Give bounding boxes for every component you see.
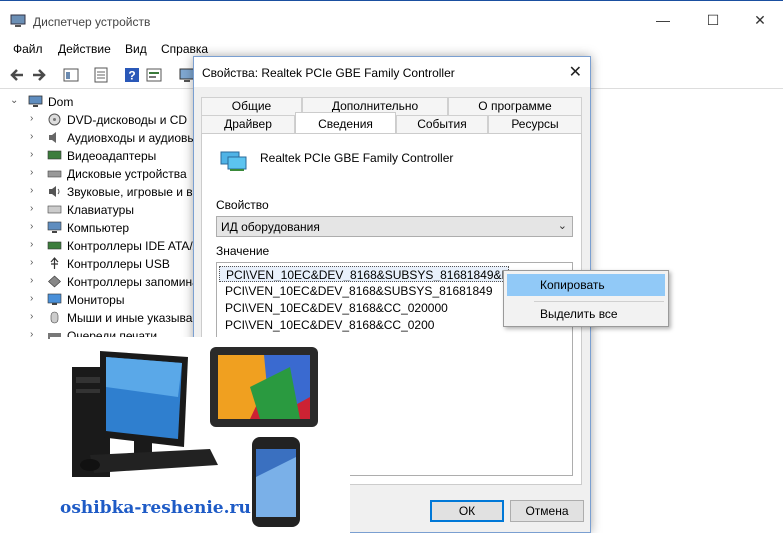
expand-chevron-icon[interactable]: › xyxy=(30,221,33,232)
dialog-title-bar: Свойства: Realtek PCIe GBE Family Contro… xyxy=(194,57,590,87)
close-button[interactable]: ✕ xyxy=(737,7,783,33)
collapse-chevron-icon[interactable]: ⌄ xyxy=(10,95,18,106)
tree-item[interactable]: › Контроллеры IDE ATA/ATAPI xyxy=(0,237,226,255)
property-select-value: ИД оборудования xyxy=(221,220,320,234)
value-label: Значение xyxy=(216,244,270,258)
display-adapter-icon xyxy=(47,150,62,160)
expand-chevron-icon[interactable]: › xyxy=(30,293,33,304)
cancel-button[interactable]: Отмена xyxy=(510,500,584,522)
list-item[interactable]: PCI\VEN_10EC&DEV_8168&SUBSYS_81681849&RE… xyxy=(219,266,509,282)
tree-item-label: Дисковые устройства xyxy=(67,167,187,181)
property-label: Свойство xyxy=(216,198,269,212)
mouse-icon xyxy=(50,311,59,324)
tree-item-label: Мониторы xyxy=(67,293,125,307)
chevron-down-icon: ⌄ xyxy=(557,220,567,232)
computer-icon xyxy=(28,95,43,107)
expand-chevron-icon[interactable]: › xyxy=(30,185,33,196)
tab-general[interactable]: Общие xyxy=(201,97,302,115)
expand-chevron-icon[interactable]: › xyxy=(30,329,33,340)
maximize-button[interactable]: ☐ xyxy=(690,7,736,33)
sound-device-icon xyxy=(49,186,60,197)
speaker-icon xyxy=(49,132,56,143)
tree-root-label: Dom xyxy=(48,95,74,109)
storage-controller-icon xyxy=(48,275,61,288)
properties-panel-icon[interactable] xyxy=(62,66,80,84)
tree-item[interactable]: › Контроллеры USB xyxy=(0,255,200,273)
tree-item[interactable]: › Аудиовходы и аудиовыходы xyxy=(0,129,224,147)
menu-action[interactable]: Действие xyxy=(58,42,111,56)
tree-item[interactable]: › DVD-дисководы и CD xyxy=(0,111,200,129)
forward-arrow-icon[interactable] xyxy=(30,66,48,84)
context-separator xyxy=(534,301,664,302)
expand-chevron-icon[interactable]: › xyxy=(30,275,33,286)
tab-resources[interactable]: Ресурсы xyxy=(488,115,582,133)
minimize-button[interactable]: — xyxy=(640,7,686,33)
keyboard-icon xyxy=(47,205,62,214)
computer-icon xyxy=(47,221,62,233)
context-menu: Копировать Выделить все xyxy=(503,270,669,327)
window-title: Диспетчер устройств xyxy=(33,15,151,29)
dialog-close-button[interactable]: ✕ xyxy=(569,62,582,82)
list-view-icon[interactable] xyxy=(92,66,110,84)
tree-item[interactable]: › Видеоадаптеры xyxy=(0,147,200,165)
expand-chevron-icon[interactable]: › xyxy=(30,131,33,142)
expand-chevron-icon[interactable]: › xyxy=(30,149,33,160)
watermark-site: oshibka-reshenie.ru xyxy=(60,498,251,518)
ide-controller-icon xyxy=(47,241,62,250)
tab-driver[interactable]: Драйвер xyxy=(201,115,295,133)
expand-chevron-icon[interactable]: › xyxy=(30,311,33,322)
title-bar: Диспетчер устройств — ☐ ✕ xyxy=(0,1,783,37)
disk-drive-icon xyxy=(47,170,62,178)
property-select[interactable]: ИД оборудования ⌄ xyxy=(216,216,573,237)
list-item[interactable]: PCI\VEN_10EC&DEV_8168&CC_020000 xyxy=(219,300,509,316)
tree-item[interactable]: › Дисковые устройства xyxy=(0,165,200,183)
back-arrow-icon[interactable] xyxy=(8,66,26,84)
svg-text:?: ? xyxy=(128,69,135,83)
tree-item[interactable]: › Мыши и иные указывающие устройства xyxy=(0,309,290,327)
expand-chevron-icon[interactable]: › xyxy=(30,257,33,268)
tree-item-label: Контроллеры USB xyxy=(67,257,170,271)
tabs-row-bottom: Драйвер Сведения События Ресурсы xyxy=(201,112,582,133)
tab-about[interactable]: О программе xyxy=(448,97,582,115)
tree-item[interactable]: › Компьютер xyxy=(0,219,200,237)
list-item[interactable]: PCI\VEN_10EC&DEV_8168&CC_0200 xyxy=(219,317,509,333)
network-adapter-icon xyxy=(220,151,247,171)
tree-item[interactable]: › Звуковые, игровые и видеоустройства xyxy=(0,183,281,201)
menu-file[interactable]: Файл xyxy=(13,42,43,56)
expand-chevron-icon[interactable]: › xyxy=(30,203,33,214)
tree-item-label: Видеоадаптеры xyxy=(67,149,157,163)
tree-root[interactable]: ⌄ Dom xyxy=(0,93,200,111)
usb-icon xyxy=(50,257,59,269)
tree-item-label: Клавиатуры xyxy=(67,203,134,217)
help-icon[interactable]: ? xyxy=(123,66,141,84)
context-copy[interactable]: Копировать xyxy=(507,274,665,296)
dvd-drive-icon xyxy=(48,113,61,126)
tab-events[interactable]: События xyxy=(396,115,488,133)
device-manager-icon xyxy=(10,14,26,27)
context-select-all[interactable]: Выделить все xyxy=(507,303,665,325)
tree-item[interactable]: › Контроллеры запоминающих устройств xyxy=(0,273,289,291)
tree-item-label: Компьютер xyxy=(67,221,130,235)
tab-details[interactable]: Сведения xyxy=(295,112,396,133)
tree-item[interactable]: › Клавиатуры xyxy=(0,201,200,219)
expand-chevron-icon[interactable]: › xyxy=(30,113,33,124)
ok-button[interactable]: ОК xyxy=(430,500,504,522)
expand-chevron-icon[interactable]: › xyxy=(30,239,33,250)
tree-item-label: DVD-дисководы и CD xyxy=(67,113,188,127)
monitor-icon xyxy=(47,293,62,305)
tree-item[interactable]: › Мониторы xyxy=(0,291,200,309)
dialog-title: Свойства: Realtek PCIe GBE Family Contro… xyxy=(202,66,455,80)
scan-hardware-icon[interactable] xyxy=(145,66,163,84)
menu-help[interactable]: Справка xyxy=(161,42,208,56)
menu-view[interactable]: Вид xyxy=(125,42,147,56)
list-item[interactable]: PCI\VEN_10EC&DEV_8168&SUBSYS_81681849 xyxy=(219,283,509,299)
device-name: Realtek PCIe GBE Family Controller xyxy=(260,151,454,165)
expand-chevron-icon[interactable]: › xyxy=(30,167,33,178)
